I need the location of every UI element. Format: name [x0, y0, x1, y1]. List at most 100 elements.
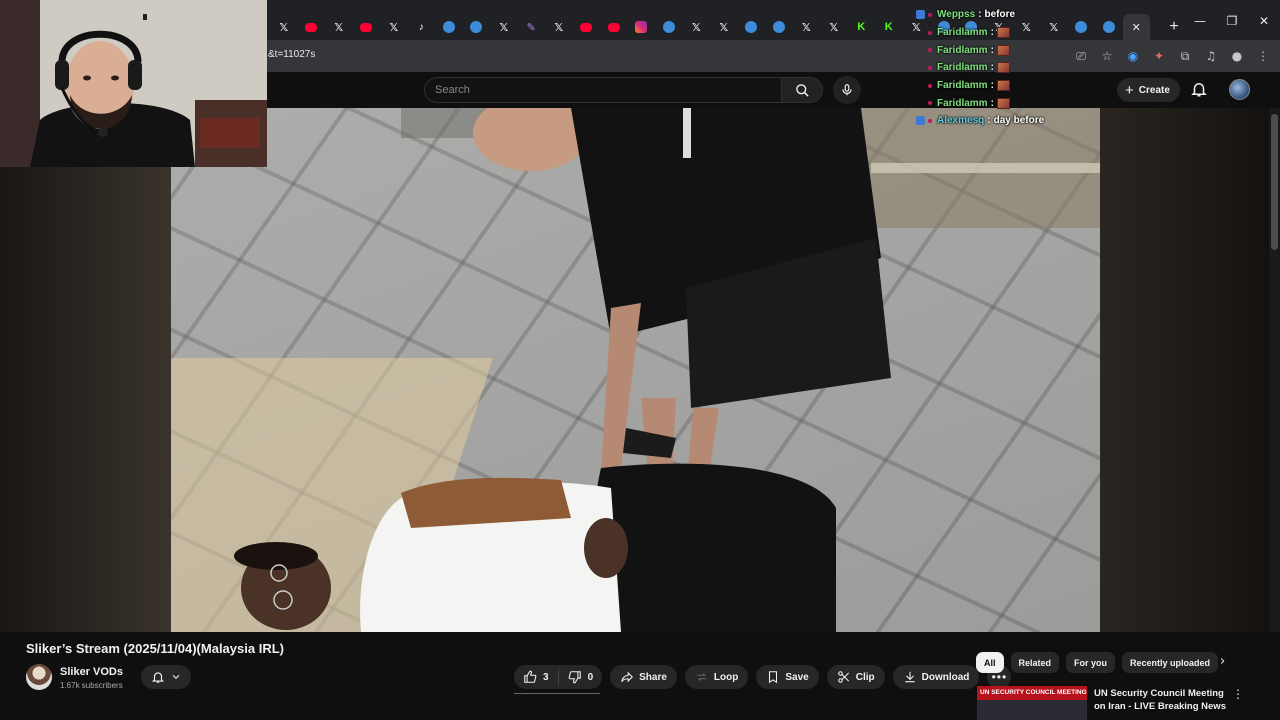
browser-tab[interactable]: 𝕏: [325, 14, 353, 40]
browser-tab[interactable]: 𝕏: [683, 14, 711, 40]
youtube-icon: [305, 22, 318, 32]
loop-button[interactable]: Loop: [684, 665, 749, 689]
browser-tab[interactable]: 𝕏: [710, 14, 738, 40]
video-player[interactable]: [171, 108, 1100, 632]
scissors-icon: [837, 671, 849, 683]
chat-badge-icon: [916, 28, 925, 37]
dislike-button[interactable]: 0: [559, 670, 603, 684]
bookmark-icon: [769, 671, 778, 684]
chat-emote-icon: [996, 97, 1010, 109]
browser-tab[interactable]: 𝕏: [820, 14, 848, 40]
chat-emote-icon: [996, 27, 1010, 39]
recommendation-menu-icon[interactable]: ⋮: [1232, 687, 1244, 701]
subscription-notification-button[interactable]: [141, 665, 191, 689]
browser-tab[interactable]: ✕: [1122, 14, 1150, 40]
channel-name[interactable]: Sliker VODs: [60, 666, 123, 678]
chat-separator: :: [990, 27, 994, 39]
browser-tab[interactable]: [655, 14, 683, 40]
twitter-icon: [662, 21, 675, 33]
chat-badge-icon: [916, 46, 925, 55]
chat-text: day before: [993, 115, 1045, 127]
clip-button[interactable]: Clip: [826, 665, 885, 689]
browser-tab[interactable]: [353, 14, 381, 40]
download-label: Download: [921, 671, 970, 683]
bookmark-star-icon[interactable]: ☆: [1096, 46, 1118, 66]
like-button[interactable]: 3: [514, 669, 559, 685]
chat-badge-icon: [916, 99, 925, 108]
chat-message: Faridlamm:: [916, 94, 1096, 112]
recommendation-title[interactable]: UN Security Council Meeting on Iran - LI…: [1094, 687, 1234, 713]
chat-badge-icon: [916, 81, 925, 90]
browser-tab[interactable]: [628, 14, 656, 40]
extensions-puzzle-icon[interactable]: ⧉: [1174, 46, 1196, 66]
notifications-button[interactable]: [1190, 80, 1208, 103]
video-action-bar: 3 0 Share Loop Save Clip Download •••: [514, 665, 1012, 689]
chat-dot-icon: [928, 118, 932, 123]
chat-message: Faridlamm:: [916, 77, 1096, 95]
browser-tab[interactable]: [738, 14, 766, 40]
browser-tab[interactable]: 𝕏: [490, 14, 518, 40]
download-button[interactable]: Download: [892, 665, 980, 689]
video-frame-illustration: [234, 108, 1100, 632]
chat-message: Faridlamm:: [916, 24, 1096, 42]
create-button[interactable]: + Create: [1117, 78, 1180, 102]
microphone-icon: [842, 84, 852, 96]
browser-tab[interactable]: [298, 14, 326, 40]
twitter-icon: [470, 21, 483, 33]
browser-tab[interactable]: ♪: [408, 14, 436, 40]
chip-all[interactable]: All: [976, 652, 1004, 673]
chip-for-you[interactable]: For you: [1066, 652, 1116, 673]
chat-dot-icon: [928, 30, 932, 35]
browser-tab[interactable]: K: [848, 14, 876, 40]
chat-emote-icon: [996, 44, 1010, 56]
window-controls: — ❐ ✕: [1184, 14, 1280, 28]
share-button[interactable]: Share: [610, 665, 677, 689]
browser-tab[interactable]: 𝕏: [545, 14, 573, 40]
browser-tab[interactable]: 𝕏: [380, 14, 408, 40]
search-input[interactable]: [425, 78, 781, 102]
recommendation-thumbnail[interactable]: UN SECURITY COUNCIL MEETING: [977, 686, 1087, 720]
extension-sparkle-icon[interactable]: ✦: [1148, 46, 1170, 66]
close-window-button[interactable]: ✕: [1248, 14, 1280, 28]
minimize-button[interactable]: —: [1184, 14, 1216, 28]
twitter-icon: [772, 21, 785, 33]
video-title: Sliker’s Stream (2025/11/04)(Malaysia IR…: [26, 641, 284, 656]
account-avatar[interactable]: [1229, 79, 1250, 100]
browser-tab[interactable]: [1095, 14, 1123, 40]
loop-label: Loop: [713, 671, 739, 683]
browser-tab[interactable]: [573, 14, 601, 40]
browser-tab[interactable]: [463, 14, 491, 40]
chat-separator: :: [978, 9, 982, 21]
channel-avatar[interactable]: [26, 664, 52, 690]
search-box: [424, 77, 782, 103]
media-controls-icon[interactable]: ♫: [1200, 46, 1222, 66]
browser-tab[interactable]: ✎: [518, 14, 546, 40]
browser-tab[interactable]: 𝕏: [270, 14, 298, 40]
browser-tab[interactable]: 𝕏: [793, 14, 821, 40]
browser-tab[interactable]: [765, 14, 793, 40]
browser-tab[interactable]: [435, 14, 463, 40]
loop-icon: [697, 673, 707, 681]
chat-message: Alexmesq: day before: [916, 112, 1096, 130]
page-scrollbar[interactable]: [1269, 108, 1280, 632]
url-text[interactable]: &t=11027s: [268, 49, 315, 60]
restore-button[interactable]: ❐: [1216, 14, 1248, 28]
share-icon: [621, 671, 634, 683]
chat-username: Faridlamm: [937, 97, 988, 109]
search-button[interactable]: [781, 77, 823, 103]
profile-icon[interactable]: ●: [1226, 46, 1248, 66]
browser-tab[interactable]: [600, 14, 628, 40]
create-label: Create: [1138, 84, 1170, 96]
scrollbar-thumb[interactable]: [1271, 114, 1278, 250]
chip-related[interactable]: Related: [1010, 652, 1060, 673]
chip-recently-uploaded[interactable]: Recently uploaded: [1122, 652, 1219, 673]
thumbs-up-icon: [524, 670, 537, 683]
browser-tab[interactable]: K: [875, 14, 903, 40]
extension-audio-icon[interactable]: ◉: [1122, 46, 1144, 66]
save-button[interactable]: Save: [756, 665, 819, 689]
youtube-icon: [607, 22, 620, 32]
chevron-right-icon[interactable]: ›: [1220, 654, 1225, 669]
share-label: Share: [639, 671, 667, 683]
voice-search-button[interactable]: [833, 76, 861, 104]
browser-menu-icon[interactable]: ⋮: [1252, 46, 1274, 66]
